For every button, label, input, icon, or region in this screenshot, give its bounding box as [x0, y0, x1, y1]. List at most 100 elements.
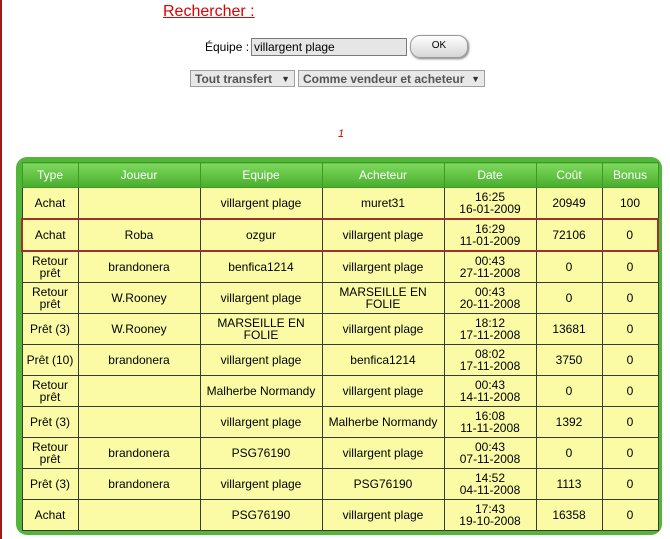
cell-cost: 16358: [535, 499, 603, 531]
cell-date: 16:29 11-01-2009: [443, 218, 537, 252]
cell-buyer: MARSEILLE EN FOLIE: [321, 282, 445, 314]
cell-buyer: villargent plage: [321, 437, 445, 469]
cell-buyer: Malherbe Normandy: [321, 406, 445, 438]
table-header-row: Type Joueur Equipe Acheteur Date Coût Bo…: [21, 162, 659, 188]
cell-cost: 72106: [535, 218, 603, 252]
cell-player: brandonera: [77, 344, 201, 376]
cell-player: brandonera: [77, 468, 201, 500]
cell-bonus: 0: [601, 375, 659, 407]
cell-buyer: PSG76190: [321, 468, 445, 500]
cell-date-value: 19-10-2008: [459, 514, 521, 528]
column-header-bonus: Bonus: [601, 162, 659, 188]
table-row: Prêt (3) villargent plage Malherbe Normand…: [21, 406, 659, 438]
cell-date-value: 07-11-2008: [459, 452, 521, 466]
cell-cost: 0: [535, 282, 603, 314]
ok-button[interactable]: OK: [410, 35, 468, 58]
table-row: Achat Roba ozgur villargent plage 16:29 11-01…: [21, 218, 659, 252]
column-header-cost: Coût: [535, 162, 603, 188]
cell-bonus: 0: [601, 313, 659, 345]
cell-player: [77, 187, 201, 220]
cell-bonus: 0: [601, 406, 659, 438]
cell-team: PSG76190: [199, 499, 323, 531]
cell-type: Prêt (3): [21, 406, 79, 438]
cell-cost: 20949: [535, 187, 603, 220]
cell-date-value: 17-11-2008: [459, 359, 521, 373]
cell-type: Retour prêt: [21, 250, 79, 283]
cell-cost: 0: [535, 375, 603, 407]
table-row: Achat villargent plage muret31 16:25 16-01-2…: [21, 187, 659, 220]
cell-player: brandonera: [77, 437, 201, 469]
cell-date-value: 17-11-2008: [459, 328, 521, 342]
cell-date: 00:43 07-11-2008: [443, 437, 537, 469]
cell-cost: 1113: [535, 468, 603, 500]
table-row: Prêt (10) brandonera villargent plage benfi…: [21, 344, 659, 376]
transfer-type-select-value: Tout transfert: [195, 72, 273, 86]
transfer-type-select[interactable]: Tout transfert ▼: [190, 70, 295, 87]
table-row: Prêt (3) W.Rooney MARSEILLE EN FOLIE villar…: [21, 313, 659, 345]
cell-bonus: 0: [601, 468, 659, 500]
cell-cost: 0: [535, 437, 603, 469]
cell-date: 16:25 16-01-2009: [443, 187, 537, 220]
cell-cost: 3750: [535, 344, 603, 376]
search-title: Rechercher :: [163, 3, 255, 20]
cell-team: villargent plage: [199, 468, 323, 500]
cell-bonus: 0: [601, 250, 659, 283]
cell-team: Malherbe Normandy: [199, 375, 323, 407]
cell-player: brandonera: [77, 250, 201, 283]
cell-player: [77, 375, 201, 407]
cell-date: 00:43 20-11-2008: [443, 282, 537, 314]
column-header-type: Type: [21, 162, 79, 188]
cell-team: PSG76190: [199, 437, 323, 469]
cell-player: [77, 499, 201, 531]
cell-type: Prêt (10): [21, 344, 79, 376]
cell-buyer: villargent plage: [321, 218, 445, 252]
cell-date: 17:43 19-10-2008: [443, 499, 537, 531]
role-select[interactable]: Comme vendeur et acheteur ▼: [298, 70, 485, 87]
cell-type: Retour prêt: [21, 437, 79, 469]
cell-date: 08:02 17-11-2008: [443, 344, 537, 376]
cell-bonus: 0: [601, 218, 659, 252]
table-row: Retour prêt brandonera benfica1214 villarge…: [21, 250, 659, 283]
cell-team: villargent plage: [199, 344, 323, 376]
pagination-page-link[interactable]: 1: [338, 128, 344, 140]
left-border-rule: [0, 0, 2, 539]
cell-bonus: 0: [601, 282, 659, 314]
cell-cost: 13681: [535, 313, 603, 345]
cell-date-value: 14-11-2008: [459, 390, 521, 404]
role-select-value: Comme vendeur et acheteur: [303, 72, 465, 86]
cell-cost: 1392: [535, 406, 603, 438]
cell-type: Achat: [21, 187, 79, 220]
cell-date: 18:12 17-11-2008: [443, 313, 537, 345]
cell-cost: 0: [535, 250, 603, 283]
cell-team: villargent plage: [199, 282, 323, 314]
cell-buyer: villargent plage: [321, 375, 445, 407]
cell-type: Retour prêt: [21, 282, 79, 314]
column-header-date: Date: [443, 162, 537, 188]
cell-date-value: 20-11-2008: [459, 297, 521, 311]
column-header-buyer: Acheteur: [321, 162, 445, 188]
cell-buyer: villargent plage: [321, 250, 445, 283]
cell-bonus: 0: [601, 437, 659, 469]
cell-date: 00:43 14-11-2008: [443, 375, 537, 407]
cell-team: villargent plage: [199, 406, 323, 438]
team-search-input[interactable]: villargent plage: [251, 38, 407, 56]
cell-date-value: 04-11-2008: [459, 483, 521, 497]
cell-team: MARSEILLE EN FOLIE: [199, 313, 323, 345]
transfers-table: Type Joueur Equipe Acheteur Date Coût Bo…: [21, 162, 659, 531]
cell-type: Retour prêt: [21, 375, 79, 407]
table-row: Retour prêt brandonera PSG76190 villargent …: [21, 437, 659, 469]
cell-team: benfica1214: [199, 250, 323, 283]
dropdown-arrow-icon: ▼: [471, 74, 480, 84]
column-header-player: Joueur: [77, 162, 201, 188]
table-row: Prêt (3) brandonera villargent plage PSG761…: [21, 468, 659, 500]
table-row: Retour prêt W.Rooney villargent plage MARSE…: [21, 282, 659, 314]
cell-buyer: benfica1214: [321, 344, 445, 376]
cell-bonus: 0: [601, 344, 659, 376]
cell-buyer: villargent plage: [321, 499, 445, 531]
cell-date: 16:08 11-11-2008: [443, 406, 537, 438]
cell-buyer: villargent plage: [321, 313, 445, 345]
cell-team: ozgur: [199, 218, 323, 252]
cell-player: [77, 406, 201, 438]
table-row: Retour prêt Malherbe Normandy villargent p…: [21, 375, 659, 407]
cell-bonus: 100: [601, 187, 659, 220]
